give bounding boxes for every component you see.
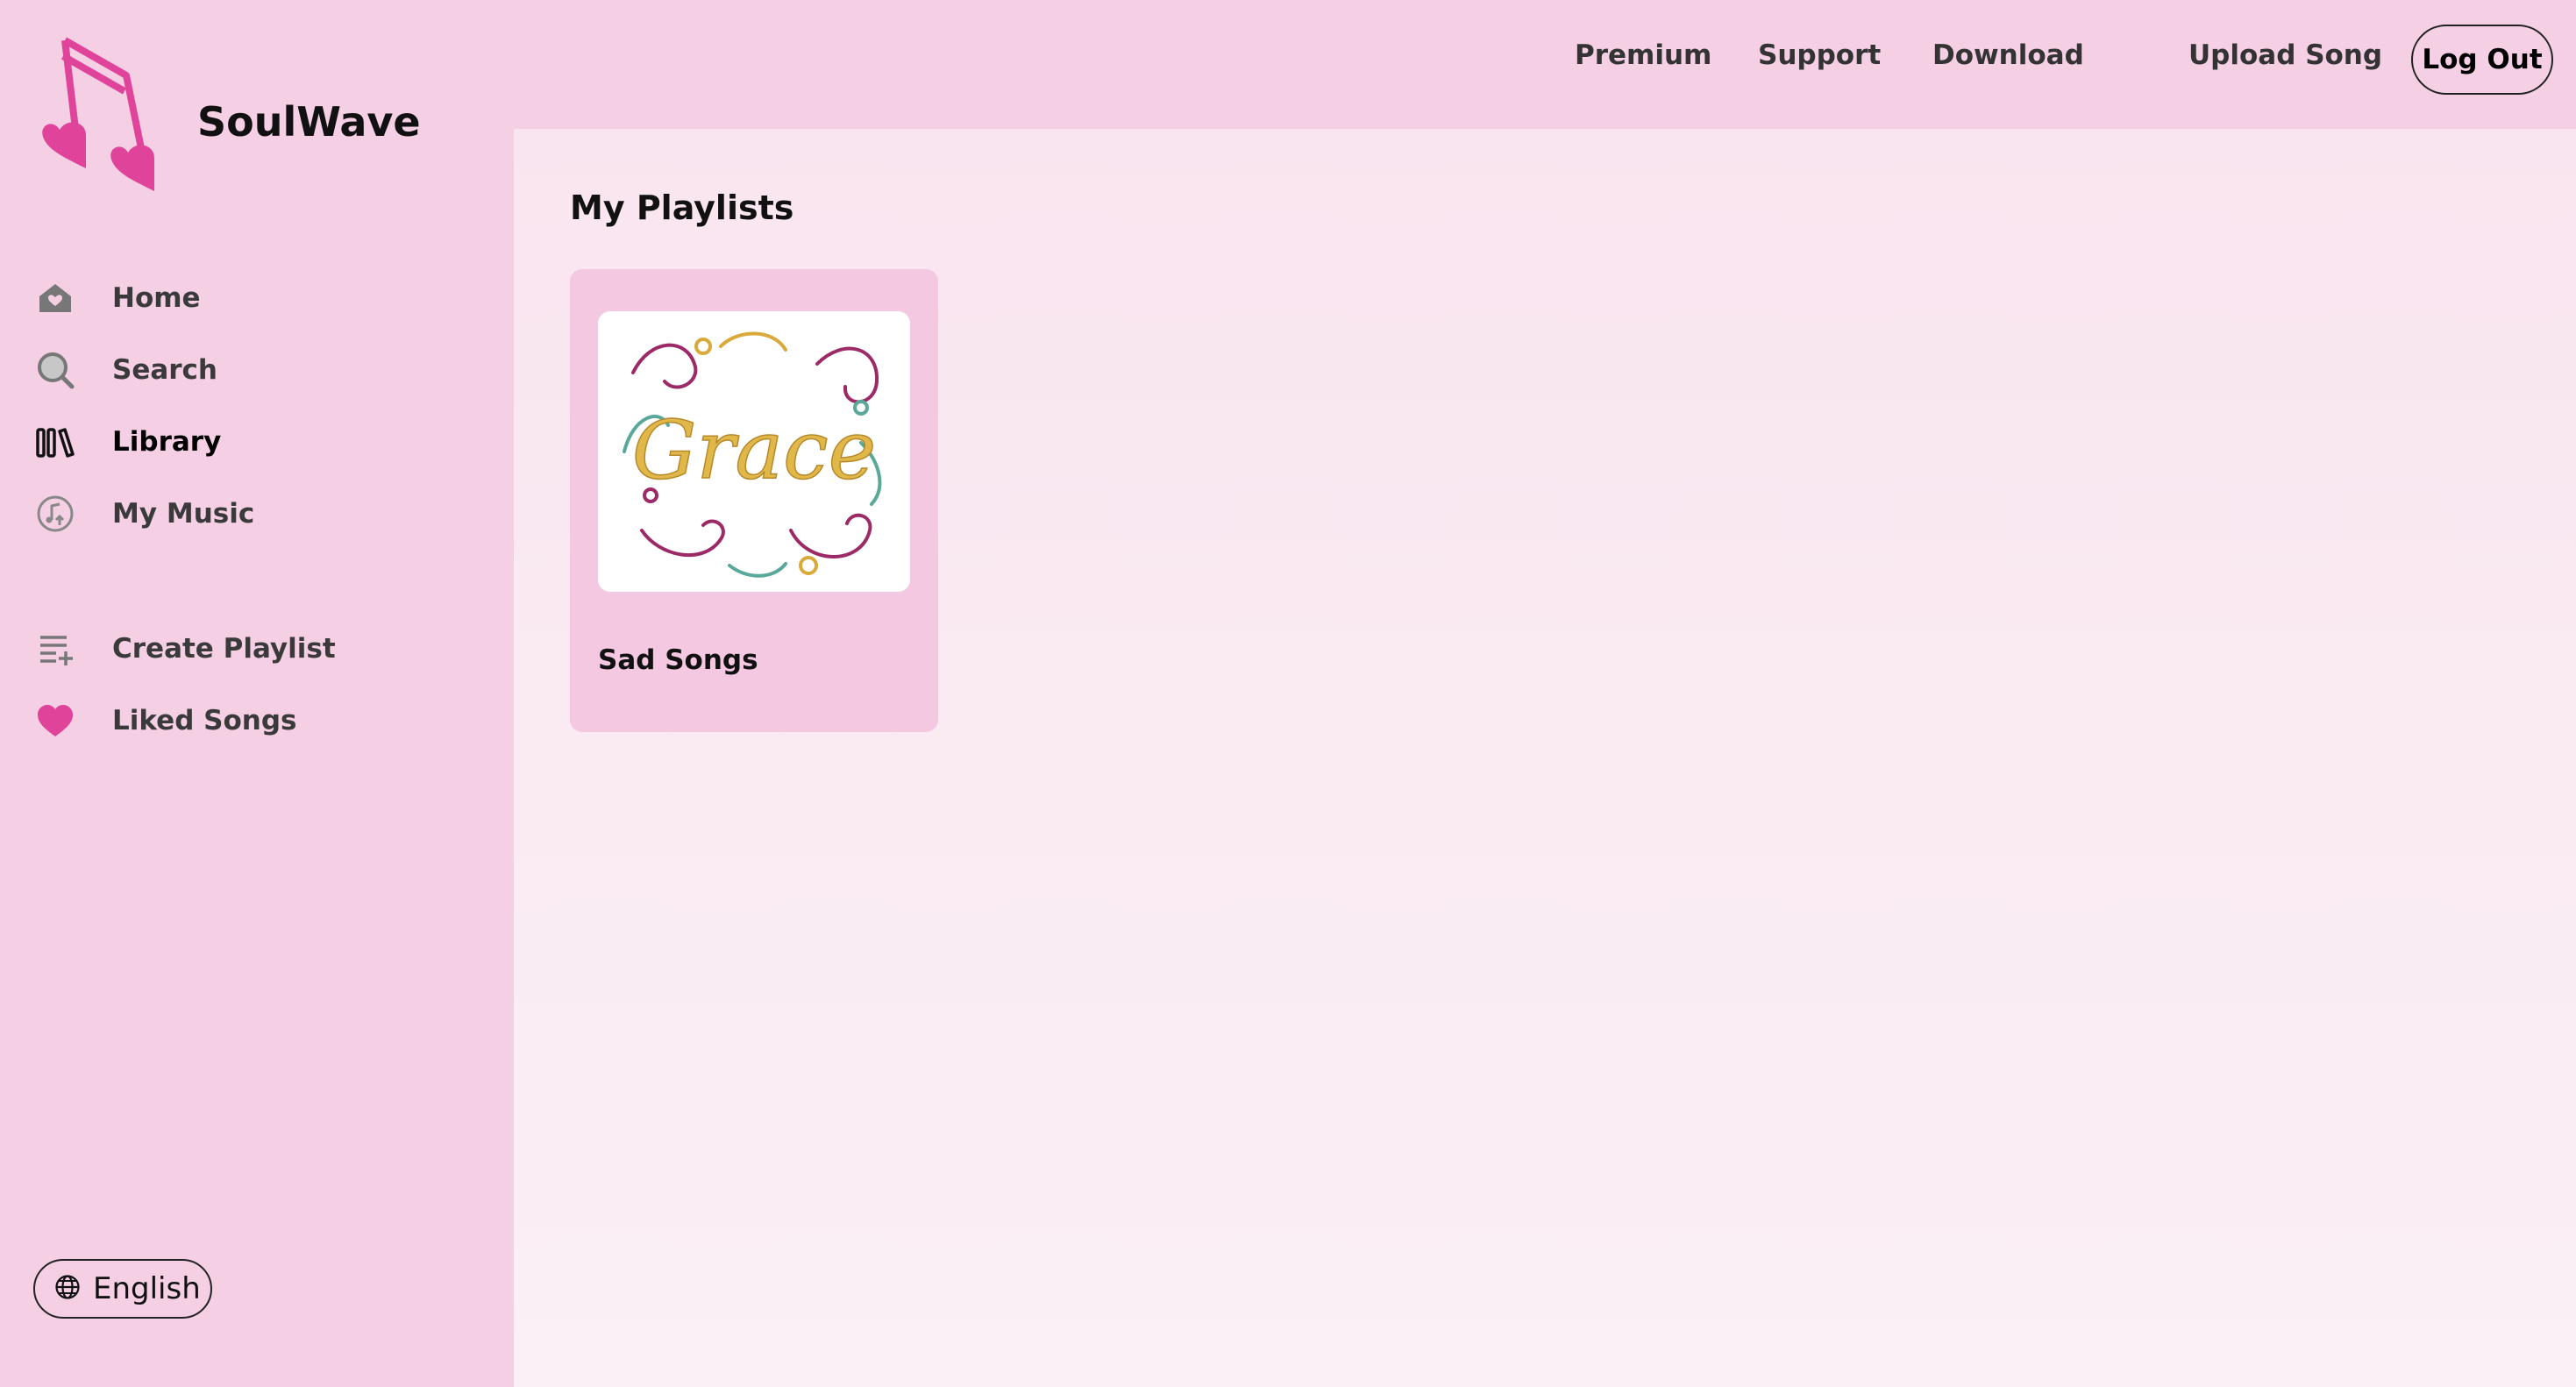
cover-lettering: Grace — [632, 403, 876, 497]
brand-name: SoulWave — [197, 98, 421, 146]
sidebar-item-label: Search — [112, 354, 218, 386]
heart-icon — [33, 699, 77, 743]
sidebar-item-create-playlist[interactable]: Create Playlist — [33, 622, 336, 675]
sidebar-item-label: Liked Songs — [112, 705, 297, 736]
upload-song-link[interactable]: Upload Song — [2188, 39, 2382, 71]
sidebar: SoulWave Home Search Library My Music Cr… — [0, 0, 514, 1387]
playlist-title: Sad Songs — [598, 644, 758, 676]
support-link[interactable]: Support — [1758, 39, 1881, 71]
language-label: English — [93, 1271, 201, 1306]
sidebar-item-library[interactable]: Library — [33, 416, 221, 468]
sidebar-item-liked-songs[interactable]: Liked Songs — [33, 694, 297, 747]
top-bar: Premium Support Download Upload Song — [514, 0, 2576, 129]
main-content: My Playlists Grace Sad Songs — [514, 129, 2576, 1387]
playlist-add-icon — [33, 627, 77, 671]
premium-link[interactable]: Premium — [1575, 39, 1711, 71]
music-note-hearts-logo-icon[interactable] — [39, 30, 179, 193]
search-icon — [33, 348, 77, 392]
library-icon — [33, 420, 77, 464]
sidebar-item-label: My Music — [112, 498, 255, 530]
music-upload-icon — [33, 492, 77, 536]
page-title: My Playlists — [570, 188, 794, 227]
sidebar-item-label: Create Playlist — [112, 633, 336, 665]
playlist-card[interactable]: Grace Sad Songs — [570, 269, 938, 732]
sidebar-item-home[interactable]: Home — [33, 272, 201, 324]
download-link[interactable]: Download — [1932, 39, 2084, 71]
home-heart-icon — [33, 276, 77, 320]
sidebar-item-search[interactable]: Search — [33, 344, 217, 396]
sidebar-item-my-music[interactable]: My Music — [33, 487, 254, 540]
log-out-button[interactable]: Log Out — [2411, 25, 2553, 95]
sidebar-item-label: Home — [112, 282, 201, 314]
playlist-cover-image: Grace — [598, 311, 910, 592]
sidebar-item-label: Library — [112, 426, 222, 458]
globe-icon — [54, 1274, 81, 1304]
language-button[interactable]: English — [33, 1259, 212, 1319]
